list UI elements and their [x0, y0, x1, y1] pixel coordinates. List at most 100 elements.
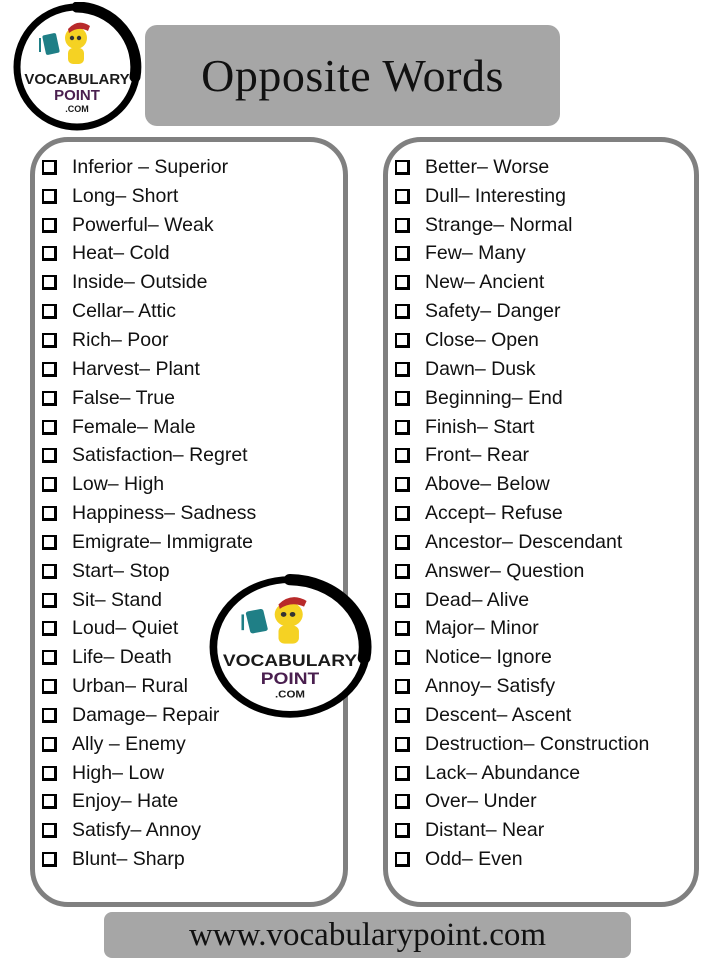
word-pair-item: Accept– Refuse — [395, 499, 649, 528]
website-url: www.vocabularypoint.com — [188, 916, 547, 953]
word-pair-item: Finish– Start — [395, 413, 649, 442]
word-pair-item: Notice– Ignore — [395, 643, 649, 672]
word-pair-item: Answer– Question — [395, 557, 649, 586]
word-pair-text: Rich– Poor — [72, 328, 169, 351]
word-pair-text: Beginning– End — [425, 386, 563, 409]
checkbox-icon — [42, 217, 57, 233]
word-pair-text: Happiness– Sadness — [72, 502, 257, 525]
checkbox-icon — [395, 707, 410, 723]
word-pair-text: Harvest– Plant — [72, 357, 200, 380]
word-pair-item: Few– Many — [395, 240, 649, 269]
logo-text-com: .COM — [65, 104, 89, 114]
word-pair-text: Damage– Repair — [72, 703, 220, 726]
word-pair-item: Cellar– Attic — [42, 297, 256, 326]
checkbox-icon — [42, 246, 57, 262]
checkbox-icon — [395, 794, 410, 810]
checkbox-icon — [395, 592, 410, 608]
word-pair-text: Start– Stop — [72, 559, 170, 582]
checkbox-icon — [42, 650, 57, 666]
checkbox-icon — [395, 563, 410, 579]
word-pair-text: Female– Male — [72, 415, 196, 438]
logo-badge-icon: VOCABULARY POINT .COM — [13, 2, 142, 131]
word-pair-item: Odd– Even — [395, 845, 649, 874]
checkbox-icon — [395, 765, 410, 781]
word-pair-text: Finish– Start — [425, 415, 535, 438]
checkbox-icon — [42, 506, 57, 522]
word-pair-text: Strange– Normal — [425, 213, 573, 236]
title-banner: Opposite Words — [145, 25, 560, 126]
word-pair-item: High– Low — [42, 759, 256, 788]
vocabulary-point-logo-watermark: VOCABULARY POINT .COM — [207, 574, 373, 720]
logo-text-point: POINT — [54, 87, 100, 104]
word-pair-text: Notice– Ignore — [425, 646, 552, 669]
word-pair-item: Distant– Near — [395, 816, 649, 845]
checkbox-icon — [395, 217, 410, 233]
checkbox-icon — [395, 506, 410, 522]
word-pair-item: Happiness– Sadness — [42, 499, 256, 528]
checkbox-icon — [395, 332, 410, 348]
logo-text-point: POINT — [261, 669, 319, 688]
word-pair-text: Emigrate– Immigrate — [72, 530, 253, 553]
checkbox-icon — [395, 390, 410, 406]
right-word-list: Better– Worse Dull– Interesting Strange– N… — [395, 153, 649, 874]
word-pair-item: Rich– Poor — [42, 326, 256, 355]
word-pair-item: Safety– Danger — [395, 297, 649, 326]
word-pair-item: Above– Below — [395, 470, 649, 499]
word-pair-text: Enjoy– Hate — [72, 790, 179, 813]
word-pair-text: Satisfaction– Regret — [72, 444, 248, 467]
left-word-list: Inferior – Superior Long– Short Powerful– … — [42, 153, 256, 874]
word-pair-text: Better– Worse — [425, 155, 550, 178]
word-pair-text: Safety– Danger — [425, 300, 561, 323]
word-pair-text: Over– Under — [425, 790, 537, 813]
checkbox-icon — [42, 765, 57, 781]
word-pair-item: Powerful– Weak — [42, 211, 256, 240]
word-pair-item: Dawn– Dusk — [395, 355, 649, 384]
checkbox-icon — [395, 448, 410, 464]
word-pair-item: Female– Male — [42, 413, 256, 442]
checkbox-icon — [42, 275, 57, 291]
checkbox-icon — [42, 707, 57, 723]
word-pair-item: Dead– Alive — [395, 586, 649, 615]
word-pair-text: Satisfy– Annoy — [72, 819, 201, 842]
word-pair-item: Harvest– Plant — [42, 355, 256, 384]
checkbox-icon — [42, 534, 57, 550]
word-pair-text: High– Low — [72, 761, 165, 784]
word-pair-text: Lack– Abundance — [425, 761, 581, 784]
checkbox-icon — [395, 159, 410, 175]
word-pair-item: Descent– Ascent — [395, 701, 649, 730]
checkbox-icon — [395, 621, 410, 637]
word-pair-text: Distant– Near — [425, 819, 545, 842]
word-pair-item: New– Ancient — [395, 268, 649, 297]
word-pair-item: Ally – Enemy — [42, 730, 256, 759]
word-pair-item: Annoy– Satisfy — [395, 672, 649, 701]
word-pair-text: Few– Many — [425, 242, 526, 265]
checkbox-icon — [42, 332, 57, 348]
checkbox-icon — [395, 679, 410, 695]
word-pair-text: Ancestor– Descendant — [425, 530, 623, 553]
checkbox-icon — [395, 361, 410, 377]
word-pair-text: Front– Rear — [425, 444, 530, 467]
word-pair-text: Accept– Refuse — [425, 502, 563, 525]
word-pair-item: Long– Short — [42, 182, 256, 211]
word-pair-text: Loud– Quiet — [72, 617, 179, 640]
vocabulary-point-logo: VOCABULARY POINT .COM — [12, 2, 142, 132]
word-pair-text: Dawn– Dusk — [425, 357, 536, 380]
checkbox-icon — [395, 188, 410, 204]
word-pair-text: Dull– Interesting — [425, 184, 566, 207]
word-pair-item: Inside– Outside — [42, 268, 256, 297]
word-pair-item: Inferior – Superior — [42, 153, 256, 182]
word-pair-text: Powerful– Weak — [72, 213, 214, 236]
word-pair-text: Blunt– Sharp — [72, 848, 185, 871]
checkbox-icon — [42, 304, 57, 320]
word-pair-item: Strange– Normal — [395, 211, 649, 240]
word-pair-text: Sit– Stand — [72, 588, 162, 611]
word-pair-item: False– True — [42, 384, 256, 413]
word-pair-item: Close– Open — [395, 326, 649, 355]
word-pair-item: Over– Under — [395, 788, 649, 817]
checkbox-icon — [42, 448, 57, 464]
word-pair-text: Dead– Alive — [425, 588, 530, 611]
word-pair-text: Long– Short — [72, 184, 179, 207]
checkbox-icon — [395, 534, 410, 550]
checkbox-icon — [395, 275, 410, 291]
checkbox-icon — [42, 361, 57, 377]
